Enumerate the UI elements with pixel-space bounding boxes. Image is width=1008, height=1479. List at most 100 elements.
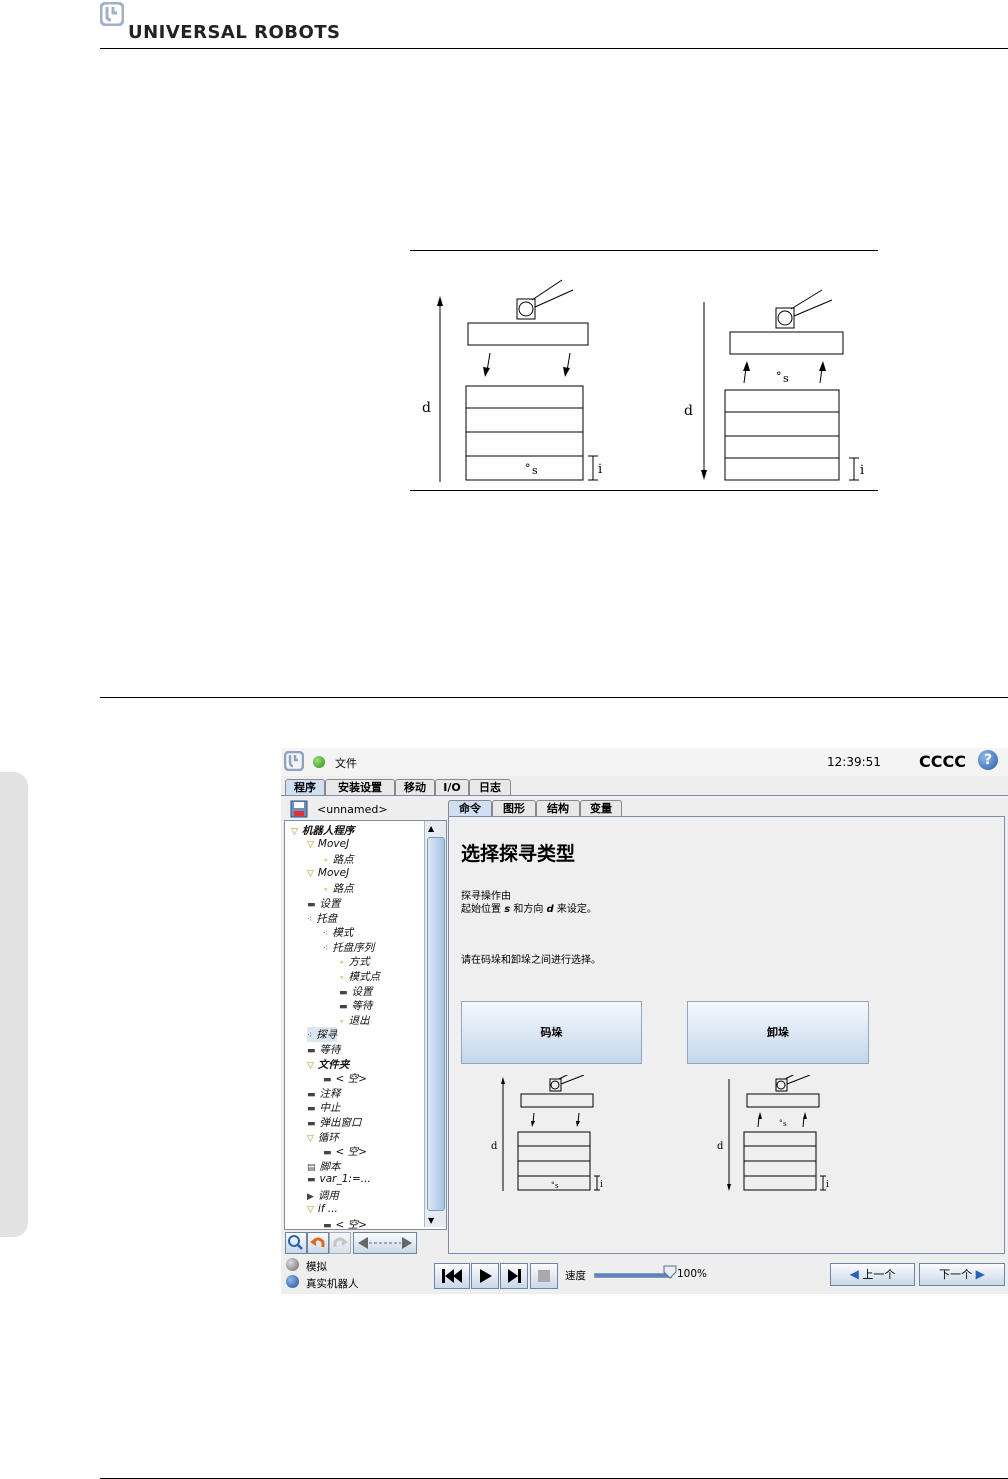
- tree-node-label: 托盘序列: [332, 941, 375, 954]
- tab-log[interactable]: 日志: [469, 779, 511, 795]
- tree-node[interactable]: ⁖ 探寻: [307, 1027, 338, 1043]
- tree-node-icon: ▬: [307, 1089, 316, 1100]
- simulate-radio-icon[interactable]: [286, 1258, 299, 1271]
- tree-node-icon: ▬: [339, 1002, 348, 1013]
- help-button[interactable]: ?: [978, 750, 998, 770]
- speed-label: 速度: [565, 1270, 586, 1282]
- tree-node[interactable]: ▬ < 空>: [323, 1071, 367, 1086]
- tree-node[interactable]: ▶ 调用: [307, 1188, 339, 1203]
- tree-node[interactable]: ∘ 路点: [323, 881, 354, 896]
- tree-node[interactable]: ▽ if ...: [307, 1203, 338, 1215]
- step-button[interactable]: [500, 1263, 528, 1289]
- rewind-button[interactable]: [434, 1263, 470, 1289]
- svg-text:°: °: [776, 370, 782, 383]
- tab-program[interactable]: 程序: [285, 779, 325, 795]
- tree-node[interactable]: ▬ 等待: [307, 1042, 341, 1057]
- tree-node[interactable]: ⁖ 托盘: [307, 911, 337, 926]
- tree-node[interactable]: ▽ MoveJ: [307, 838, 349, 850]
- desc-line-2: 起始位置 s 和方向 d 来设定。: [461, 904, 597, 915]
- undo-button[interactable]: [307, 1232, 329, 1254]
- destack-diagram: ° s d i: [717, 1075, 829, 1191]
- right-i-label: i: [860, 463, 864, 478]
- real-robot-label: 真实机器人: [306, 1278, 359, 1290]
- tree-node[interactable]: ▤ 脚本: [307, 1159, 341, 1174]
- svg-text:°: °: [779, 1119, 783, 1127]
- status-ok-icon: [313, 756, 325, 768]
- stack-diagram: d ° s i: [491, 1075, 603, 1191]
- tree-node-icon: ▽: [307, 1060, 314, 1071]
- file-menu[interactable]: 文件: [335, 755, 357, 771]
- tree-node[interactable]: ▬ var_1:=...: [307, 1173, 371, 1185]
- stack-button[interactable]: 码垛: [461, 1001, 642, 1064]
- tree-node-icon: ▬: [307, 900, 316, 910]
- tree-node-label: 注释: [319, 1087, 341, 1100]
- tree-node-label: 中止: [319, 1102, 341, 1115]
- speed-slider[interactable]: [594, 1273, 672, 1278]
- page-edge-tab: [0, 772, 28, 1237]
- svg-text:d: d: [491, 1141, 498, 1152]
- tab-installation[interactable]: 安装设置: [325, 779, 395, 795]
- tree-node[interactable]: ▬ 中止: [307, 1100, 341, 1115]
- speed-slider-thumb[interactable]: [663, 1265, 677, 1279]
- scroll-thumb[interactable]: [427, 837, 445, 1211]
- tree-node-label: 路点: [332, 854, 354, 867]
- ur-logo-icon: [100, 2, 124, 26]
- tree-node-label: MoveJ: [317, 837, 350, 850]
- tree-node[interactable]: ▬ 弹出窗口: [307, 1115, 362, 1130]
- search-button[interactable]: [285, 1232, 307, 1254]
- scroll-down-icon[interactable]: ▼: [428, 1216, 434, 1225]
- tree-node-label: 托盘: [316, 912, 338, 925]
- tree-node[interactable]: ▽ 循环: [307, 1130, 339, 1145]
- tab-structure[interactable]: 结构: [536, 800, 580, 816]
- tree-node[interactable]: ▬ 注释: [307, 1086, 341, 1101]
- tree-node[interactable]: ∘ 模式点: [339, 969, 380, 984]
- save-icon[interactable]: [290, 800, 308, 818]
- tree-node[interactable]: ⁖ 模式: [323, 925, 353, 940]
- tree-node-icon: ⁖: [307, 1031, 313, 1042]
- tree-node-label: 脚本: [319, 1160, 341, 1173]
- tab-move[interactable]: 移动: [395, 779, 435, 795]
- tree-node-label: 退出: [348, 1014, 370, 1027]
- tree-node[interactable]: ∘ 路点: [323, 852, 354, 867]
- stop-button[interactable]: [530, 1263, 558, 1289]
- tree-node-label: < 空>: [335, 1146, 367, 1159]
- tab-variables[interactable]: 变量: [580, 800, 622, 816]
- tab-command[interactable]: 命令: [448, 800, 492, 816]
- program-name: <unnamed>: [317, 803, 388, 816]
- right-d-label: d: [684, 403, 693, 419]
- tree-node-icon: ▬: [307, 1104, 316, 1115]
- tree-node[interactable]: ⁖ 托盘序列: [323, 940, 374, 955]
- tree-node[interactable]: ▽ 机器人程序: [291, 823, 354, 838]
- scroll-up-icon[interactable]: ▲: [428, 824, 434, 833]
- tab-io[interactable]: I/O: [435, 779, 469, 795]
- svg-text:i: i: [826, 1180, 829, 1190]
- tree-node[interactable]: ∘ 方式: [339, 954, 370, 969]
- tree-node[interactable]: ▬ 设置: [307, 896, 341, 911]
- tree-node-label: 模式: [332, 927, 354, 940]
- polyscope-window: 文件 12:39:51 CCCC ? 程序 安装设置 移动 I/O 日志 <un…: [281, 748, 1008, 1294]
- next-button[interactable]: 下一个 ▶: [919, 1263, 1005, 1286]
- move-arrows-icon: [358, 1237, 412, 1249]
- play-button[interactable]: [471, 1263, 499, 1289]
- redo-button[interactable]: [329, 1232, 351, 1254]
- tree-node-icon: ▶: [307, 1192, 314, 1202]
- tree-node[interactable]: ▬ < 空>: [323, 1217, 367, 1232]
- move-node-button[interactable]: [353, 1232, 417, 1254]
- tree-node[interactable]: ▬ < 空>: [323, 1144, 367, 1159]
- real-robot-radio-icon[interactable]: [286, 1275, 299, 1288]
- previous-button[interactable]: ◀ 上一个: [830, 1263, 915, 1286]
- tree-node-icon: ▬: [307, 1175, 316, 1186]
- tree-node-label: 弹出窗口: [319, 1117, 362, 1129]
- tree-node[interactable]: ∘ 退出: [339, 1013, 370, 1028]
- svg-text:°: °: [525, 462, 531, 475]
- tab-graphics[interactable]: 图形: [492, 800, 536, 816]
- tree-node[interactable]: ▽ 文件夹: [307, 1057, 349, 1072]
- tree-node[interactable]: ▬ 等待: [339, 998, 373, 1013]
- tree-node-label: < 空>: [335, 1219, 367, 1232]
- destack-button[interactable]: 卸垛: [687, 1001, 869, 1064]
- robot-name: CCCC: [919, 752, 966, 771]
- tree-scrollbar[interactable]: ▲ ▼: [424, 821, 446, 1227]
- tree-node[interactable]: ▽ MoveJ: [307, 867, 349, 879]
- right-s-label: s: [783, 372, 789, 385]
- tree-node[interactable]: ▬ 设置: [339, 984, 373, 999]
